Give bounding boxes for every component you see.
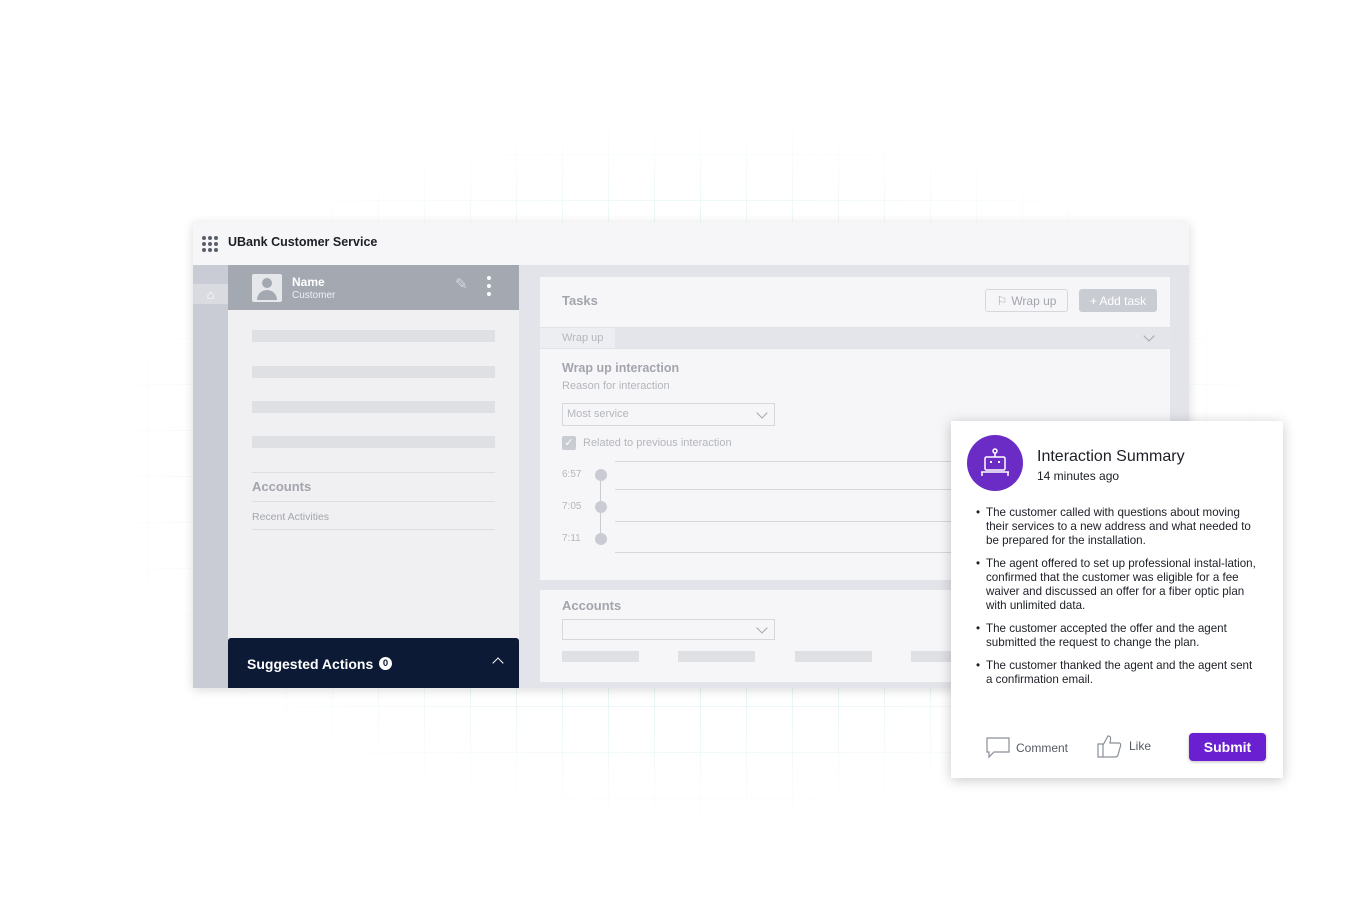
timeline-time: 7:11 bbox=[562, 533, 581, 544]
user-icon bbox=[252, 274, 282, 302]
bot-icon bbox=[967, 435, 1023, 491]
accounts-select[interactable] bbox=[562, 619, 775, 640]
title-bar: UBank Customer Service bbox=[193, 222, 1189, 265]
divider bbox=[252, 501, 495, 502]
divider bbox=[252, 472, 495, 473]
wrap-up-row: Wrap up bbox=[540, 327, 1170, 349]
summary-points: The customer called with questions about… bbox=[976, 506, 1261, 696]
accounts-card-title: Accounts bbox=[562, 598, 622, 613]
summary-time: 14 minutes ago bbox=[1037, 469, 1120, 483]
placeholder-bar bbox=[252, 401, 495, 413]
placeholder-bar bbox=[678, 651, 755, 662]
app-title: UBank Customer Service bbox=[228, 235, 378, 249]
reason-select-value: Most service bbox=[567, 408, 629, 420]
divider bbox=[252, 529, 495, 530]
wrap-up-interaction-title: Wrap up interaction bbox=[562, 361, 680, 375]
customer-panel: Name Customer ✎ Accounts Recent Activiti… bbox=[228, 265, 519, 688]
submit-button[interactable]: Submit bbox=[1189, 733, 1266, 761]
suggested-actions-bar[interactable]: Suggested Actions 0 bbox=[228, 638, 519, 688]
recent-activities-link[interactable]: Recent Activities bbox=[252, 511, 329, 523]
placeholder-bar bbox=[252, 436, 495, 448]
customer-name: Name bbox=[292, 275, 325, 289]
summary-title: Interaction Summary bbox=[1037, 448, 1185, 465]
reason-label: Reason for interaction bbox=[562, 380, 670, 392]
related-checkbox[interactable]: ✓ bbox=[562, 436, 576, 450]
timeline-time: 7:05 bbox=[562, 501, 582, 512]
pencil-icon[interactable]: ✎ bbox=[455, 275, 468, 293]
wrap-up-button[interactable]: ⚐ Wrap up bbox=[985, 289, 1068, 312]
summary-point: The customer accepted the offer and the … bbox=[976, 622, 1261, 650]
wrap-up-dropdown[interactable] bbox=[615, 328, 1170, 348]
chevron-up-icon[interactable] bbox=[492, 657, 504, 669]
accounts-heading: Accounts bbox=[252, 479, 312, 494]
placeholder-bar bbox=[562, 651, 639, 662]
add-task-button[interactable]: + Add task bbox=[1079, 289, 1157, 312]
summary-point: The customer called with questions about… bbox=[976, 506, 1261, 548]
apps-grid-icon[interactable] bbox=[202, 236, 218, 252]
wrap-up-row-label: Wrap up bbox=[562, 332, 604, 344]
summary-point: The customer thanked the agent and the a… bbox=[976, 659, 1261, 687]
like-button[interactable]: Like bbox=[1097, 734, 1151, 758]
customer-header: Name Customer ✎ bbox=[228, 265, 519, 310]
customer-role: Customer bbox=[292, 290, 336, 301]
comment-label: Comment bbox=[1016, 741, 1069, 755]
suggested-actions-count: 0 bbox=[379, 657, 392, 670]
left-rail: ⌂ bbox=[193, 265, 228, 688]
comment-button[interactable]: Comment bbox=[986, 737, 1068, 759]
wrap-up-button-label: Wrap up bbox=[1011, 293, 1057, 308]
thumbs-up-icon bbox=[1097, 735, 1122, 758]
placeholder-bar bbox=[252, 330, 495, 342]
summary-point: The agent offered to set up professional… bbox=[976, 557, 1261, 613]
related-label: Related to previous interaction bbox=[583, 437, 732, 449]
chevron-down-icon bbox=[1143, 330, 1155, 342]
kebab-icon[interactable] bbox=[486, 276, 492, 296]
clock-icon bbox=[595, 533, 607, 545]
clock-icon bbox=[595, 501, 607, 513]
clock-icon bbox=[595, 469, 607, 481]
home-icon[interactable]: ⌂ bbox=[193, 284, 228, 304]
placeholder-bar bbox=[252, 366, 495, 378]
flag-icon: ⚐ bbox=[996, 293, 1008, 308]
timeline-time: 6:57 bbox=[562, 469, 582, 480]
tasks-title: Tasks bbox=[562, 293, 598, 308]
like-label: Like bbox=[1129, 739, 1152, 753]
chevron-down-icon bbox=[756, 407, 768, 419]
placeholder-bar bbox=[795, 651, 872, 662]
comment-icon bbox=[986, 737, 1010, 759]
reason-select[interactable]: Most service bbox=[562, 403, 775, 426]
chevron-down-icon bbox=[756, 622, 768, 634]
suggested-actions-label: Suggested Actions bbox=[247, 656, 374, 672]
interaction-summary-card: Interaction Summary 14 minutes ago The c… bbox=[951, 421, 1283, 778]
